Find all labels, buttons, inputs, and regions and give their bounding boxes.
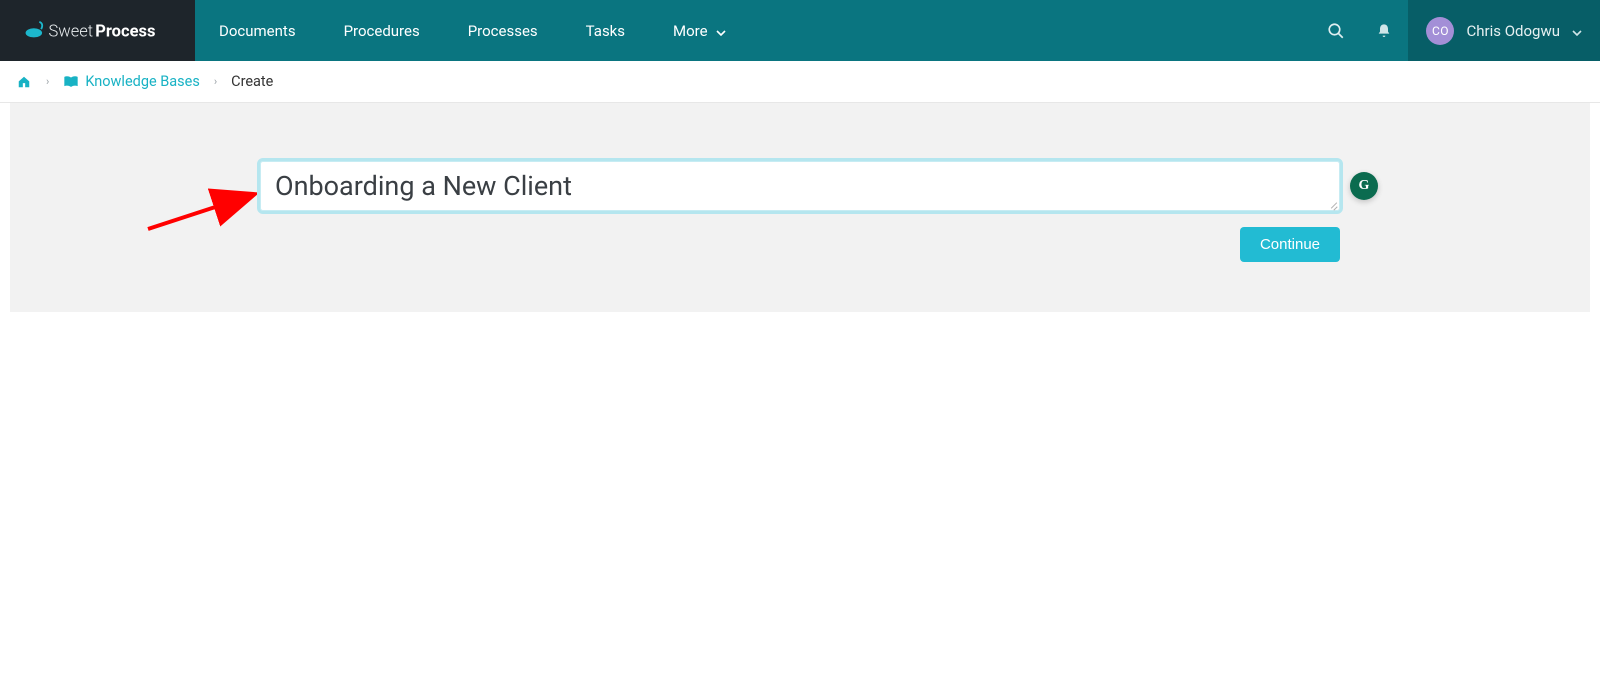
user-display-name: Chris Odogwu [1466, 22, 1560, 40]
breadcrumb-knowledge-bases[interactable]: Knowledge Bases [63, 73, 200, 90]
form-actions: Continue [260, 227, 1340, 262]
breadcrumb: › Knowledge Bases › Create [0, 61, 1600, 103]
brand-logo[interactable]: Sweet Process [0, 0, 195, 61]
nav-label: More [673, 22, 708, 40]
notifications-button[interactable] [1360, 0, 1408, 61]
home-icon [16, 75, 32, 89]
continue-button[interactable]: Continue [1240, 227, 1340, 262]
nav-processes[interactable]: Processes [444, 0, 562, 61]
nav-label: Tasks [586, 22, 625, 40]
create-form: G Continue [260, 161, 1340, 262]
chevron-down-icon [1572, 21, 1582, 40]
book-icon [63, 75, 79, 88]
nav-label: Documents [219, 22, 296, 40]
search-button[interactable] [1312, 0, 1360, 61]
breadcrumb-label: Knowledge Bases [85, 73, 200, 90]
brand-name-bold: Process [95, 22, 155, 41]
nav-label: Processes [468, 22, 538, 40]
nav-documents[interactable]: Documents [195, 0, 320, 61]
search-icon [1327, 22, 1345, 40]
nav-more[interactable]: More [649, 0, 750, 61]
avatar-initials: CO [1432, 24, 1449, 38]
avatar: CO [1426, 17, 1454, 45]
top-navbar: Sweet Process Documents Procedures Proce… [0, 0, 1600, 61]
nav-procedures[interactable]: Procedures [320, 0, 444, 61]
breadcrumb-home[interactable] [16, 75, 32, 89]
nav-tasks[interactable]: Tasks [562, 0, 649, 61]
breadcrumb-separator: › [46, 75, 49, 88]
title-input[interactable] [260, 161, 1340, 211]
title-input-wrap: G [260, 161, 1340, 211]
breadcrumb-separator: › [214, 75, 217, 88]
bell-icon [1376, 22, 1392, 40]
grammarly-letter: G [1359, 178, 1370, 194]
page-body: G Continue [10, 103, 1590, 312]
grammarly-badge[interactable]: G [1350, 172, 1378, 200]
nav-label: Procedures [344, 22, 420, 40]
main-nav: Documents Procedures Processes Tasks Mor… [195, 0, 750, 61]
brand-name-light: Sweet [49, 22, 94, 41]
user-menu[interactable]: CO Chris Odogwu [1408, 0, 1600, 61]
breadcrumb-current: Create [231, 73, 273, 90]
chevron-down-icon [716, 22, 726, 40]
annotation-arrow-icon [140, 187, 270, 237]
